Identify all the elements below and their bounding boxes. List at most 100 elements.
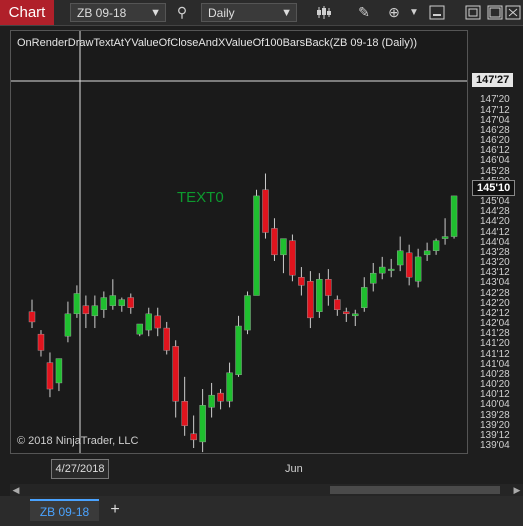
candle bbox=[441, 218, 449, 245]
candle bbox=[235, 315, 242, 377]
candle bbox=[73, 285, 81, 318]
candle bbox=[414, 248, 422, 288]
candle bbox=[379, 256, 386, 280]
candle bbox=[118, 297, 126, 312]
candle-body bbox=[172, 346, 179, 402]
candle-body bbox=[100, 297, 108, 310]
candle bbox=[127, 293, 134, 314]
instrument-selector[interactable]: ZB 09-18 ▼ bbox=[70, 3, 166, 22]
candle bbox=[199, 389, 206, 453]
time-axis[interactable]: 4/27/2018 Jun bbox=[10, 454, 468, 482]
candle bbox=[82, 295, 90, 329]
candle-body bbox=[217, 392, 224, 402]
candle-body bbox=[352, 313, 359, 317]
candle-body bbox=[379, 266, 386, 274]
candle bbox=[289, 234, 296, 282]
candle bbox=[253, 189, 260, 296]
candle-body bbox=[208, 394, 215, 408]
tab-bar: ZB 09-18 + bbox=[0, 496, 523, 526]
last-price-badge: 145'10 bbox=[472, 180, 516, 196]
text0-label: TEXT0 bbox=[177, 189, 224, 206]
close-icon[interactable] bbox=[504, 3, 522, 22]
copyright-label: © 2018 NinjaTrader, LLC bbox=[17, 435, 139, 447]
dropdown-arrow-icon[interactable]: ▼ bbox=[407, 3, 421, 22]
restore-icon[interactable] bbox=[464, 3, 482, 22]
candle-body bbox=[91, 305, 99, 317]
chart-panel[interactable]: OnRenderDrawTextAtYValueOfCloseAndXValue… bbox=[10, 30, 468, 454]
candle bbox=[396, 236, 404, 272]
candle-body bbox=[235, 325, 242, 376]
candle-body bbox=[361, 287, 368, 308]
candle bbox=[100, 291, 108, 318]
candle bbox=[352, 309, 359, 327]
horizontal-scrollbar[interactable]: ◀ ▶ bbox=[10, 484, 523, 496]
draw-pencil-icon[interactable]: ✎ bbox=[354, 3, 374, 22]
minimize-icon[interactable] bbox=[428, 3, 446, 22]
tab-zb-09-18[interactable]: ZB 09-18 bbox=[30, 499, 99, 521]
candle-body bbox=[405, 252, 413, 278]
crosshair-date-badge: 4/27/2018 bbox=[51, 459, 109, 479]
candle bbox=[64, 301, 72, 343]
instrument-value: ZB 09-18 bbox=[77, 6, 127, 20]
candle-body bbox=[271, 228, 278, 256]
candle bbox=[334, 295, 341, 316]
candle bbox=[450, 195, 458, 239]
candle-body bbox=[450, 195, 458, 237]
indicator-label: OnRenderDrawTextAtYValueOfCloseAndXValue… bbox=[17, 37, 418, 49]
candle-body bbox=[325, 279, 332, 296]
candle-body bbox=[163, 327, 170, 351]
chevron-down-icon: ▼ bbox=[150, 7, 161, 19]
candle bbox=[325, 269, 332, 306]
chart-window-label: Chart bbox=[0, 0, 54, 25]
candle bbox=[307, 271, 314, 329]
candle-body bbox=[109, 295, 117, 306]
zoom-icon[interactable]: ⊕ bbox=[384, 3, 404, 22]
period-value: Daily bbox=[208, 6, 235, 20]
candle bbox=[172, 340, 179, 418]
candle-body bbox=[262, 189, 269, 233]
candle-body bbox=[396, 250, 404, 266]
candle bbox=[244, 291, 251, 335]
candle-body bbox=[423, 250, 431, 256]
period-selector[interactable]: Daily ▼ bbox=[201, 3, 297, 22]
candle-body bbox=[46, 362, 54, 390]
candle-body bbox=[316, 279, 323, 312]
price-axis[interactable]: 148'04147'20147'12147'04146'28146'20146'… bbox=[468, 30, 523, 454]
candle-body bbox=[253, 195, 260, 296]
month-label: Jun bbox=[285, 463, 303, 475]
candle bbox=[37, 330, 45, 357]
candle-body bbox=[145, 313, 152, 331]
candle-body bbox=[370, 272, 377, 284]
candle bbox=[163, 321, 170, 355]
candle bbox=[316, 273, 323, 318]
candle bbox=[181, 376, 188, 436]
candle bbox=[343, 307, 350, 322]
scroll-right-icon[interactable]: ▶ bbox=[511, 484, 523, 496]
candle bbox=[280, 238, 287, 274]
candle bbox=[262, 173, 269, 239]
maximize-icon[interactable] bbox=[486, 3, 504, 22]
scroll-left-icon[interactable]: ◀ bbox=[10, 484, 22, 496]
candlestick-plot bbox=[11, 31, 467, 453]
candle bbox=[370, 262, 377, 292]
candle-body bbox=[118, 299, 126, 306]
candle-body bbox=[55, 358, 63, 384]
search-icon[interactable]: ⚲ bbox=[172, 3, 192, 22]
candle bbox=[217, 389, 224, 410]
candle-body bbox=[226, 372, 233, 402]
candle-body bbox=[414, 256, 422, 282]
candle-body bbox=[28, 311, 36, 323]
scroll-thumb[interactable] bbox=[330, 486, 500, 494]
candle-body bbox=[82, 305, 90, 315]
candle bbox=[361, 277, 368, 312]
candle bbox=[388, 258, 395, 278]
candle-body bbox=[136, 323, 143, 335]
add-tab-button[interactable]: + bbox=[104, 499, 126, 521]
price-tick-label: 139'04 bbox=[480, 440, 510, 451]
bar-type-icon[interactable] bbox=[314, 3, 334, 22]
candle bbox=[298, 267, 305, 296]
candle-body bbox=[73, 293, 81, 315]
candle bbox=[109, 279, 117, 310]
candle bbox=[226, 362, 233, 408]
candle-body bbox=[343, 311, 350, 315]
